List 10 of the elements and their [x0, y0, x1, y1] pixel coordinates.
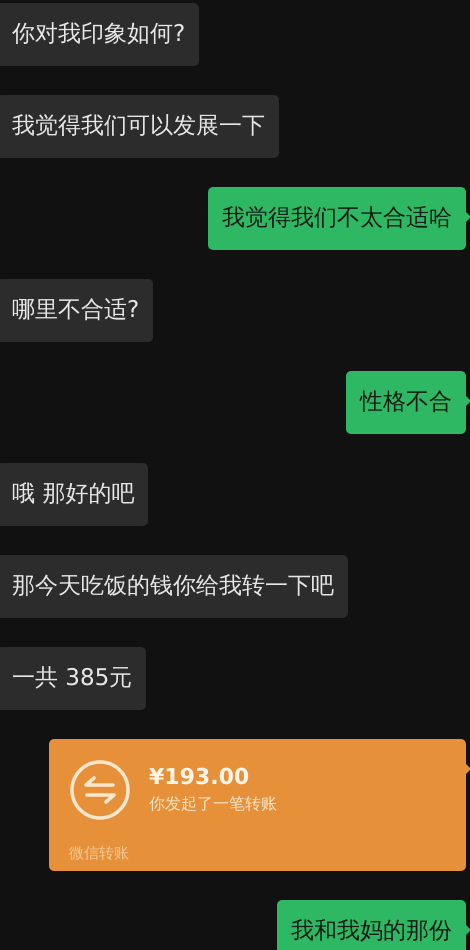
transfer-amount: ¥193.00	[149, 765, 250, 790]
message-bubble: 一共 385元	[0, 647, 146, 710]
message-bubble: 你对我印象如何?	[0, 3, 200, 66]
message-bubble: 哪里不合适?	[0, 279, 154, 342]
message-bubble: 我觉得我们可以发展一下	[0, 95, 279, 158]
transfer-label: 微信转账	[69, 844, 130, 863]
message-bubble: 那今天吃饭的钱你给我转一下吧	[0, 555, 348, 618]
transfer-note: 你发起了一笔转账	[149, 794, 277, 815]
transfer-arrows-icon	[69, 759, 131, 821]
message-bubble: 哦 那好的吧	[0, 463, 148, 526]
